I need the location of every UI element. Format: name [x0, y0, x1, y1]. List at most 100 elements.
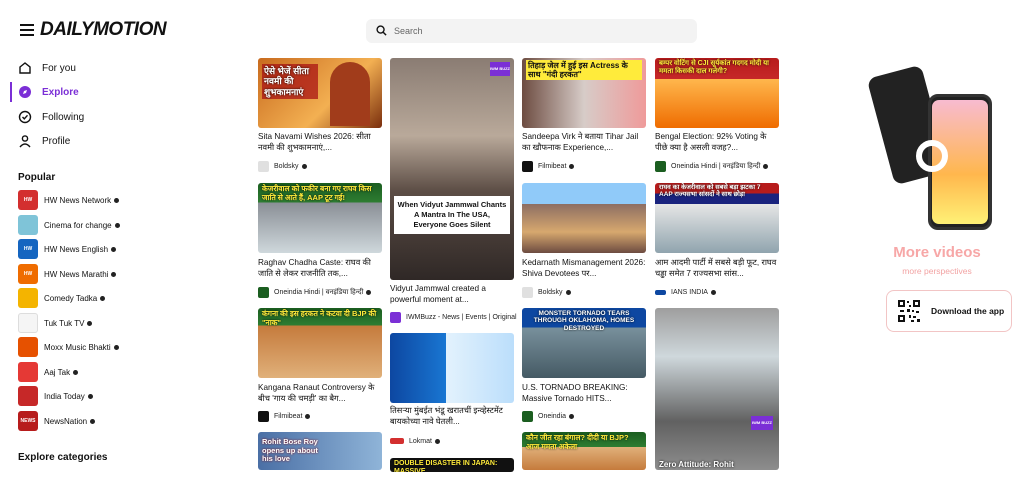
video-title[interactable]: आम आदमी पार्टी में सबसे बड़ी फूट, राघव च… — [655, 257, 779, 279]
popular-channel-item[interactable]: Moxx Music Bhakti — [18, 337, 119, 357]
compass-icon — [18, 61, 32, 75]
thumbnail-text: राघव का केजरीवाल को सबसे बड़ा झटका 7 AAP… — [659, 184, 761, 199]
video-thumbnail[interactable]: तिहाड़ जेल में हुई इस Actress के साथ "गं… — [522, 58, 646, 128]
popular-channel-item[interactable]: Comedy Tadka — [18, 288, 106, 308]
video-thumbnail[interactable]: कंगना की इस हरकत ने कटवा दी BJP की "नाक" — [258, 308, 382, 378]
verified-icon — [100, 295, 106, 301]
popular-channel-item[interactable]: NEWS NewsNation — [18, 411, 96, 431]
video-thumbnail[interactable]: Rohit Bose Roy opens up about his love — [258, 432, 382, 470]
nav-following[interactable]: Following — [18, 106, 84, 128]
thumbnail-text: MONSTER TORNADO TEARS THROUGH OKLAHOMA, … — [533, 310, 635, 332]
verified-icon — [569, 163, 575, 169]
popular-heading: Popular — [18, 172, 56, 183]
video-thumbnail[interactable]: बम्पर वोटिंग से CJI सूर्यकांत गदगद मोदी … — [655, 58, 779, 128]
nav-label: Profile — [42, 135, 71, 147]
dailymotion-d-icon — [916, 140, 948, 172]
channel-link[interactable]: Boldsky — [258, 160, 307, 172]
thumbnail-text: DOUBLE DISASTER IN JAPAN: MASSIVE — [394, 460, 498, 472]
popular-channel-item[interactable]: HW HW News English — [18, 239, 117, 259]
video-title[interactable]: U.S. TORNADO BREAKING: Massive Tornado H… — [522, 382, 646, 404]
channel-logo-icon — [655, 289, 666, 295]
download-app-button[interactable]: Download the app — [886, 290, 1012, 332]
video-thumbnail[interactable]: IWM BUZZ When Vidyut Jammwal Chants A Ma… — [390, 58, 514, 280]
user-icon — [18, 134, 32, 148]
video-thumbnail[interactable] — [390, 333, 514, 403]
video-title[interactable]: Kangana Ranaut Controversy के बीच 'गाय क… — [258, 382, 382, 404]
channel-name: Aaj Tak — [44, 367, 71, 377]
video-thumbnail[interactable]: DOUBLE DISASTER IN JAPAN: MASSIVE — [390, 458, 514, 472]
channel-name: Boldsky — [538, 288, 563, 296]
video-thumbnail[interactable]: केजरीवाल को फकीर बना गए राघव किस जाति से… — [258, 183, 382, 253]
download-app-label: Download the app — [931, 306, 1005, 316]
video-thumbnail[interactable]: कौन जीत रहा बंगाल? दीदी या BJP? आज ममता … — [522, 432, 646, 470]
channel-link[interactable]: Filmibeat — [258, 410, 311, 422]
video-title[interactable]: Kedarnath Mismanagement 2026: Shiva Devo… — [522, 257, 646, 279]
popular-channel-item[interactable]: HW HW News Marathi — [18, 264, 117, 284]
channel-name: HW News English — [44, 244, 109, 254]
channel-link[interactable]: Lokmat — [390, 435, 440, 447]
video-title[interactable]: तिसऱ्या मुंबईत भंडू खरातचीं इन्व्हेस्टमे… — [390, 405, 514, 427]
video-thumbnail[interactable]: ऐसे भेजें सीता नवमी की शुभकामनाएं — [258, 58, 382, 128]
channel-name: Tuk Tuk TV — [44, 318, 85, 328]
channel-name: Oneindia Hindi | वनइंडिया हिन्दी — [671, 162, 761, 170]
channel-name: India Today — [44, 391, 85, 401]
channel-link[interactable]: IANS INDIA — [655, 286, 716, 298]
channel-name: HW News Marathi — [44, 269, 109, 279]
video-thumbnail[interactable] — [522, 183, 646, 253]
video-title[interactable]: Bengal Election: 92% Voting के पीछे क्या… — [655, 131, 779, 153]
video-title[interactable]: Sita Navami Wishes 2026: सीता नवमी की शु… — [258, 131, 382, 153]
iwm-buzz-logo-icon: IWM BUZZ — [751, 416, 773, 430]
video-thumbnail[interactable]: IWM BUZZ Zero Attitude: Rohit — [655, 308, 779, 470]
channel-name: HW News Network — [44, 195, 112, 205]
search-input[interactable] — [394, 22, 684, 40]
channel-avatar-icon — [18, 215, 38, 235]
popular-channel-item[interactable]: Cinema for change — [18, 215, 120, 235]
thumbnail-text: Rohit Bose Roy opens up about his love — [262, 437, 318, 464]
channel-avatar-icon: NEWS — [18, 411, 38, 431]
nav-for-you[interactable]: For you — [18, 57, 76, 79]
channel-name: IANS INDIA — [671, 288, 708, 296]
channel-avatar-icon — [18, 313, 38, 333]
verified-icon — [87, 320, 93, 326]
video-title[interactable]: Vidyut Jammwal created a powerful moment… — [390, 283, 514, 305]
channel-link[interactable]: Oneindia Hindi | वनइंडिया हिन्दी — [258, 286, 372, 298]
verified-icon — [90, 418, 96, 424]
verified-icon — [569, 413, 575, 419]
video-title[interactable]: Sandeepa Virk ने बताया Tihar Jail का खौफ… — [522, 131, 646, 153]
video-title[interactable]: Raghav Chadha Caste: राघव की जाति से लेक… — [258, 257, 382, 279]
check-circle-icon — [18, 110, 32, 124]
top-header: DAILYMOTION — [0, 0, 1024, 56]
channel-link[interactable]: IWMBuzz - News | Events | Original — [390, 311, 524, 323]
thumbnail-figure — [330, 62, 370, 126]
dailymotion-logo[interactable]: DAILYMOTION — [40, 19, 167, 41]
video-thumbnail[interactable]: MONSTER TORNADO TEARS THROUGH OKLAHOMA, … — [522, 308, 646, 378]
nav-label: Explore — [42, 86, 79, 98]
channel-logo-icon — [522, 160, 533, 172]
channel-link[interactable]: Oneindia — [522, 410, 575, 422]
verified-icon — [111, 246, 117, 252]
channel-name: Oneindia Hindi | वनइंडिया हिन्दी — [274, 288, 364, 296]
video-thumbnail[interactable]: राघव का केजरीवाल को सबसे बड़ा झटका 7 AAP… — [655, 183, 779, 253]
channel-logo-icon — [390, 438, 404, 444]
popular-channel-item[interactable]: HW HW News Network — [18, 190, 120, 210]
channel-link[interactable]: Oneindia Hindi | वनइंडिया हिन्दी — [655, 160, 769, 172]
nav-explore[interactable]: Explore — [18, 81, 79, 103]
menu-icon[interactable] — [20, 24, 34, 36]
thumbnail-text: Zero Attitude: Rohit — [659, 460, 734, 469]
popular-channel-item[interactable]: Tuk Tuk TV — [18, 313, 93, 333]
verified-icon — [434, 438, 440, 444]
verified-icon — [565, 289, 571, 295]
search-bar[interactable] — [366, 19, 697, 43]
channel-avatar-icon: HW — [18, 190, 38, 210]
nav-profile[interactable]: Profile — [18, 130, 70, 152]
popular-channel-item[interactable]: Aaj Tak — [18, 362, 79, 382]
channel-name: Boldsky — [274, 162, 299, 170]
channel-name: IWMBuzz - News | Events | Original — [406, 313, 517, 321]
verified-icon — [111, 271, 117, 277]
channel-link[interactable]: Filmibeat — [522, 160, 575, 172]
channel-link[interactable]: Boldsky — [522, 286, 571, 298]
channel-name: Cinema for change — [44, 220, 112, 230]
explore-icon — [18, 85, 32, 99]
popular-channel-item[interactable]: India Today — [18, 386, 93, 406]
channel-avatar-icon: HW — [18, 264, 38, 284]
